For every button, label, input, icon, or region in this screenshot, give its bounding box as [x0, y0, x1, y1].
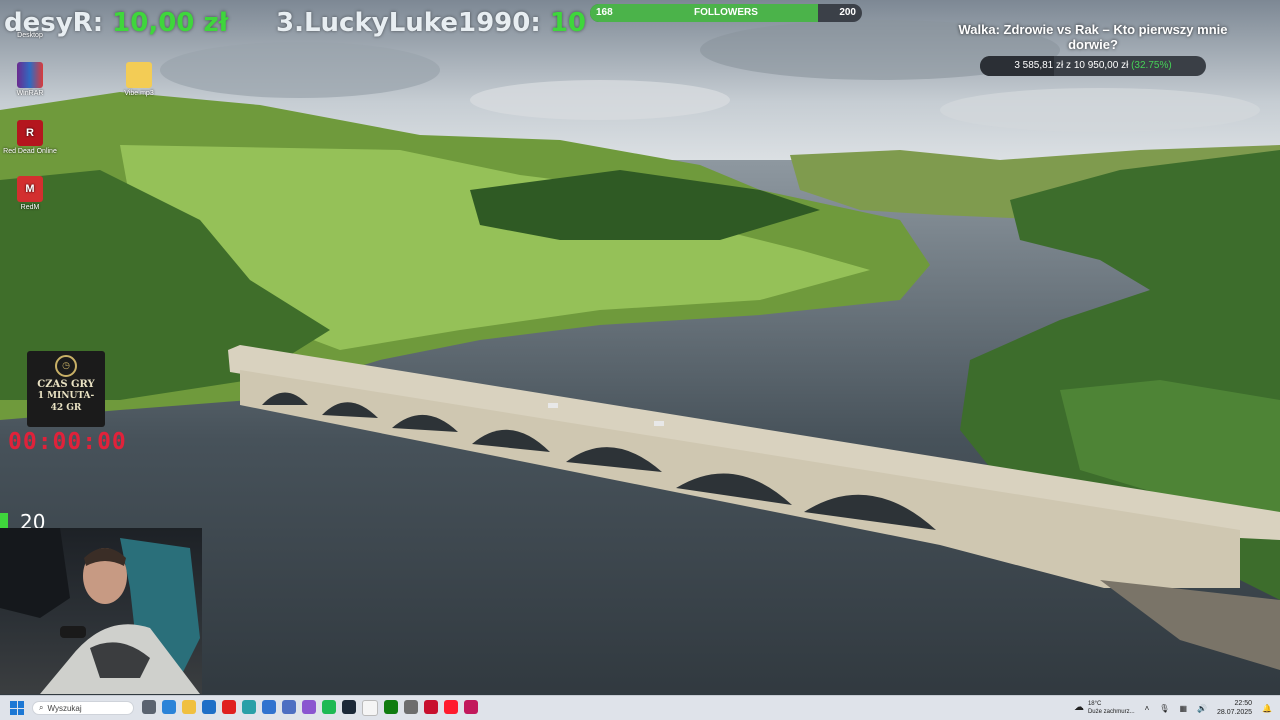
volume-icon[interactable]: 🔊 [1197, 704, 1207, 713]
search-icon: ⌕ [39, 703, 44, 712]
desktop-shortcut-redm[interactable]: M RedM [0, 176, 60, 211]
donor-amount: 10,00 zł [112, 8, 229, 38]
clock-date: 28.07.2025 [1216, 709, 1253, 716]
top-donor-3: 3.LuckyLuke1990: 10 [276, 8, 586, 48]
followers-target: 200 [839, 7, 856, 18]
game-time-rate-1: 1 MINUTA- [37, 391, 95, 401]
edge-icon[interactable] [242, 700, 256, 714]
file-explorer-icon[interactable] [182, 700, 196, 714]
microphone-icon[interactable]: 🎙 [1159, 704, 1169, 713]
steam-icon[interactable] [342, 700, 356, 714]
desktop-icon-label: WinRAR [16, 90, 44, 97]
desktop-icon-label: RedM [20, 204, 40, 211]
desktop-shortcut-desktop[interactable]: Desktop [0, 22, 60, 39]
settings-icon[interactable] [404, 700, 418, 714]
teams-icon[interactable] [262, 700, 276, 714]
weather-temp: 18°C [1087, 701, 1102, 707]
start-button[interactable] [10, 701, 24, 715]
goal-progress-bar: 3 585,81 zł z 10 950,00 zł (32.75%) [980, 56, 1206, 76]
webcam-feed [0, 528, 202, 694]
weather-desc: Duże zachmurz... [1087, 709, 1135, 715]
clock-time: 22:50 [1234, 700, 1253, 707]
game-time-widget: ◷ CZAS GRY 1 MINUTA- 42 GR [27, 351, 105, 427]
followers-goal-bar: 168 FOLLOWERS 200 [590, 4, 862, 22]
outlook-icon[interactable] [202, 700, 216, 714]
redm-icon: M [17, 176, 43, 202]
goal-percent: (32.75%) [1131, 60, 1172, 71]
desktop-shortcut-vibe[interactable]: Vibe.mp3 [109, 62, 169, 97]
followers-label: FOLLOWERS [694, 7, 758, 18]
goal-title: Walka: Zdrowie vs Rak – Kto pierwszy mni… [958, 22, 1228, 52]
opera-icon[interactable] [444, 700, 458, 714]
taskbar-clock[interactable]: 22:50 28.07.2025 [1217, 699, 1252, 717]
app-icon[interactable] [302, 700, 316, 714]
goal-amounts: 3 585,81 zł z 10 950,00 zł (32.75%) [980, 56, 1206, 76]
game-time-rate-2: 42 GR [50, 403, 82, 413]
goal-target: 10 950,00 zł [1073, 60, 1129, 71]
youtube-icon[interactable] [222, 700, 236, 714]
chevron-up-icon[interactable]: ˄ [1145, 704, 1150, 713]
taskbar-apps [142, 700, 478, 716]
donor-amount: 10 [549, 8, 587, 38]
monitor-icon [17, 22, 43, 30]
winrar-icon [17, 62, 43, 88]
app-icon[interactable] [282, 700, 296, 714]
donor-name: 3.LuckyLuke1990: [276, 8, 541, 38]
windows-taskbar: ⌕ Wyszukaj ☁ 18°C Duże zachmurz... ˄ 🎙 ▦ [0, 695, 1280, 720]
clock-icon: ◷ [55, 355, 77, 377]
rdr-icon: R [17, 120, 43, 146]
folder-icon [126, 62, 152, 88]
taskbar-search[interactable]: ⌕ Wyszukaj [32, 701, 134, 715]
search-placeholder: Wyszukaj [47, 703, 82, 713]
desktop-icon-label: Red Dead Online [3, 148, 57, 155]
xbox-icon[interactable] [384, 700, 398, 714]
app-icon[interactable] [464, 700, 478, 714]
weather-widget[interactable]: ☁ 18°C Duże zachmurz... [1074, 700, 1135, 716]
network-icon[interactable]: ▦ [1179, 704, 1187, 713]
desktop-icon-label: Desktop [17, 32, 43, 39]
desktop-icon-label: Vibe.mp3 [124, 90, 154, 97]
notification-bell-icon[interactable]: 🔔 [1262, 704, 1272, 713]
desktop-shortcut-winrar[interactable]: WinRAR [0, 62, 60, 97]
donation-goal: Walka: Zdrowie vs Rak – Kto pierwszy mni… [940, 22, 1246, 76]
streamer-webcam-image [0, 528, 200, 694]
copilot-icon[interactable] [162, 700, 176, 714]
rockstar-icon[interactable] [424, 700, 438, 714]
desktop-shortcut-red-dead-online[interactable]: R Red Dead Online [0, 120, 60, 155]
notepad-icon[interactable] [362, 700, 378, 716]
goal-of: z [1066, 60, 1072, 71]
spotify-icon[interactable] [322, 700, 336, 714]
goal-raised: 3 585,81 zł [1014, 60, 1064, 71]
task-view-icon[interactable] [142, 700, 156, 714]
system-tray: ☁ 18°C Duże zachmurz... ˄ 🎙 ▦ 🔊 22:50 28… [1074, 696, 1272, 720]
cloud-icon: ☁ [1073, 702, 1084, 713]
game-time-title: CZAS GRY [37, 379, 95, 390]
game-time-countdown: 00:00:00 [8, 429, 127, 455]
